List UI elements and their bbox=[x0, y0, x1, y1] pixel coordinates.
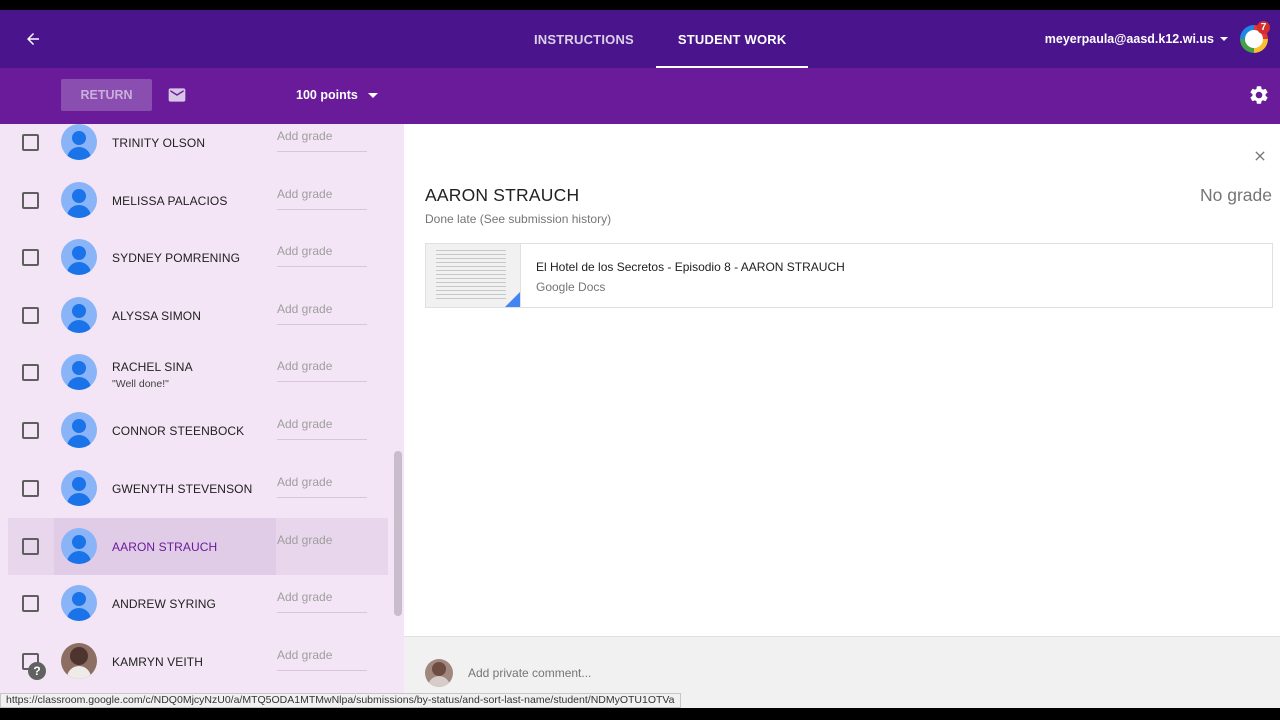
grade-input[interactable]: Add grade bbox=[277, 633, 367, 690]
grade-input[interactable]: Add grade bbox=[277, 575, 367, 632]
avatar bbox=[61, 297, 97, 333]
student-checkbox[interactable] bbox=[22, 480, 39, 497]
student-name[interactable]: MELISSA PALACIOS bbox=[112, 194, 227, 208]
avatar bbox=[61, 470, 97, 506]
avatar bbox=[61, 412, 97, 448]
close-button[interactable] bbox=[1252, 148, 1270, 166]
student-name[interactable]: ALYSSA SIMON bbox=[112, 309, 201, 323]
grade-input[interactable]: Add grade bbox=[277, 124, 367, 171]
grade-placeholder: Add grade bbox=[277, 359, 333, 373]
student-name[interactable]: TRINITY OLSON bbox=[112, 136, 205, 150]
student-checkbox[interactable] bbox=[22, 307, 39, 324]
grading-toolbar: RETURN 100 points bbox=[0, 68, 1280, 124]
tab-bar: INSTRUCTIONS STUDENT WORK bbox=[512, 10, 809, 68]
submission-detail: AARON STRAUCH Done late (See submission … bbox=[404, 124, 1280, 636]
avatar bbox=[61, 528, 97, 564]
attachment-type: Google Docs bbox=[536, 280, 606, 294]
grade-placeholder: Add grade bbox=[277, 590, 333, 604]
student-checkbox[interactable] bbox=[22, 249, 39, 266]
student-name[interactable]: GWENYTH STEVENSON bbox=[112, 482, 252, 496]
student-row[interactable]: GWENYTH STEVENSON Add grade bbox=[0, 460, 390, 517]
grade-placeholder: Add grade bbox=[277, 417, 333, 431]
app-header: INSTRUCTIONS STUDENT WORK meyerpaula@aas… bbox=[0, 10, 1280, 68]
student-row[interactable]: KAMRYN VEITH Add grade bbox=[0, 633, 390, 690]
back-button[interactable] bbox=[18, 24, 48, 54]
grade-placeholder: Add grade bbox=[277, 302, 333, 316]
avatar bbox=[425, 659, 453, 687]
settings-button[interactable] bbox=[1248, 84, 1272, 108]
student-checkbox[interactable] bbox=[22, 364, 39, 381]
student-row[interactable]: SYDNEY POMRENING Add grade bbox=[0, 229, 390, 286]
account-menu[interactable]: meyerpaula@aasd.k12.wi.us bbox=[1045, 10, 1228, 68]
grade-placeholder: Add grade bbox=[277, 475, 333, 489]
notification-count-badge: 7 bbox=[1257, 21, 1270, 34]
tab-instructions[interactable]: INSTRUCTIONS bbox=[512, 10, 656, 68]
help-icon[interactable]: ? bbox=[28, 662, 46, 680]
student-checkbox[interactable] bbox=[22, 422, 39, 439]
grade-placeholder: Add grade bbox=[277, 129, 333, 143]
student-name[interactable]: AARON STRAUCH bbox=[112, 540, 217, 554]
avatar bbox=[61, 643, 97, 679]
points-dropdown[interactable]: 100 points bbox=[296, 79, 378, 111]
grade-display[interactable]: No grade bbox=[1200, 185, 1272, 206]
grade-input[interactable]: Add grade bbox=[277, 172, 367, 229]
student-name[interactable]: SYDNEY POMRENING bbox=[112, 251, 240, 265]
grade-placeholder: Add grade bbox=[277, 533, 333, 547]
google-apps-icon[interactable]: 7 bbox=[1240, 21, 1270, 53]
grade-input[interactable]: Add grade bbox=[277, 402, 367, 459]
student-row[interactable]: MELISSA PALACIOS Add grade bbox=[0, 172, 390, 229]
list-scrollbar[interactable] bbox=[394, 451, 402, 616]
grade-input[interactable]: Add grade bbox=[277, 460, 367, 517]
avatar bbox=[61, 182, 97, 218]
avatar bbox=[61, 354, 97, 390]
student-list: TRINITY OLSON Add grade MELISSA PALACIOS… bbox=[0, 124, 404, 694]
student-row[interactable]: ALYSSA SIMON Add grade bbox=[0, 287, 390, 344]
student-row-selected[interactable]: AARON STRAUCH Add grade bbox=[0, 518, 390, 575]
chevron-down-icon bbox=[1220, 37, 1228, 41]
arrow-back-icon bbox=[27, 33, 39, 45]
private-comment-input[interactable] bbox=[468, 663, 868, 683]
grade-input[interactable]: Add grade bbox=[277, 518, 367, 575]
student-checkbox[interactable] bbox=[22, 134, 39, 151]
student-checkbox[interactable] bbox=[22, 595, 39, 612]
account-email: meyerpaula@aasd.k12.wi.us bbox=[1044, 32, 1214, 46]
student-name[interactable]: RACHEL SINA bbox=[112, 360, 193, 374]
grade-placeholder: Add grade bbox=[277, 187, 333, 201]
student-name[interactable]: KAMRYN VEITH bbox=[112, 655, 203, 669]
grade-input[interactable]: Add grade bbox=[277, 287, 367, 344]
email-button[interactable] bbox=[166, 85, 188, 105]
avatar bbox=[61, 239, 97, 275]
google-docs-icon bbox=[505, 292, 520, 307]
student-row[interactable]: CONNOR STEENBOCK Add grade bbox=[0, 402, 390, 459]
doc-thumbnail bbox=[426, 244, 521, 307]
chevron-down-icon bbox=[367, 92, 378, 98]
screen-border bbox=[0, 708, 1280, 720]
grade-input[interactable]: Add grade bbox=[277, 229, 367, 286]
student-checkbox[interactable] bbox=[22, 538, 39, 555]
mail-icon bbox=[168, 88, 186, 102]
student-name[interactable]: ANDREW SYRING bbox=[112, 597, 216, 611]
avatar bbox=[61, 585, 97, 621]
close-icon bbox=[1255, 151, 1265, 161]
student-row[interactable]: TRINITY OLSON Add grade bbox=[0, 124, 390, 171]
attachment-title: El Hotel de los Secretos - Episodio 8 - … bbox=[536, 260, 845, 274]
student-checkbox[interactable] bbox=[22, 192, 39, 209]
submission-status-link[interactable]: Done late (See submission history) bbox=[425, 212, 611, 226]
student-row[interactable]: RACHEL SINA "Well done!" Add grade bbox=[0, 344, 390, 401]
avatar bbox=[61, 124, 97, 160]
points-value: 100 points bbox=[296, 88, 358, 102]
student-comment: "Well done!" bbox=[112, 378, 169, 390]
tab-student-work[interactable]: STUDENT WORK bbox=[655, 10, 809, 68]
attachment-card[interactable]: El Hotel de los Secretos - Episodio 8 - … bbox=[425, 243, 1273, 308]
grade-placeholder: Add grade bbox=[277, 648, 333, 662]
grade-input[interactable]: Add grade bbox=[277, 344, 367, 401]
student-row[interactable]: ANDREW SYRING Add grade bbox=[0, 575, 390, 632]
student-name[interactable]: CONNOR STEENBOCK bbox=[112, 424, 244, 438]
selected-student-name: AARON STRAUCH bbox=[425, 185, 580, 205]
gear-icon bbox=[1250, 86, 1268, 104]
browser-status-url: https://classroom.google.com/c/NDQ0MjcyN… bbox=[0, 693, 681, 708]
return-button[interactable]: RETURN bbox=[61, 79, 152, 111]
grade-placeholder: Add grade bbox=[277, 244, 333, 258]
